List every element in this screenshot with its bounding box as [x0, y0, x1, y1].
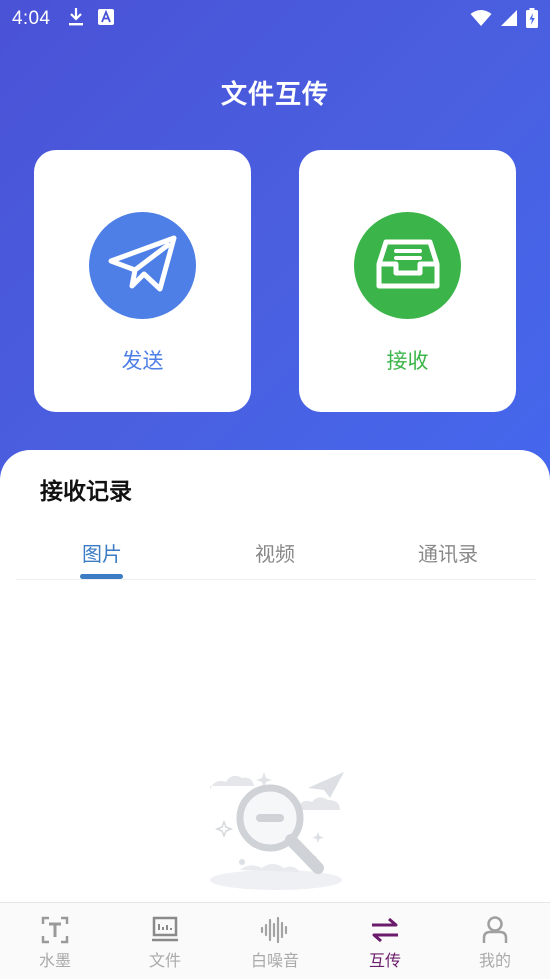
- inbox-tray-icon: [376, 236, 440, 296]
- send-circle: [89, 212, 196, 319]
- empty-search-icon: [200, 762, 350, 896]
- nav-item-ink[interactable]: 水墨: [0, 903, 110, 979]
- nav-label-files: 文件: [148, 951, 181, 970]
- nav-label-mine: 我的: [478, 951, 511, 970]
- download-icon: [68, 7, 84, 31]
- transfer-arrows-icon: [370, 915, 400, 945]
- nav-item-transfer[interactable]: 互传: [330, 903, 440, 979]
- text-icon: [41, 915, 69, 945]
- file-panel-icon: [151, 915, 179, 945]
- records-tabs: 图片 视频 通讯录: [16, 528, 536, 580]
- tab-indicator: [80, 574, 123, 579]
- sound-wave-icon: [260, 915, 290, 945]
- receive-card[interactable]: 接收: [299, 150, 516, 412]
- receive-circle: [354, 212, 461, 319]
- signal-icon: [500, 9, 518, 31]
- nav-item-files[interactable]: 文件: [110, 903, 220, 979]
- tab-videos[interactable]: 视频: [210, 538, 340, 567]
- page-title: 文件互传: [220, 80, 329, 110]
- nav-label-white-noise: 白噪音: [250, 951, 299, 970]
- send-label: 发送: [121, 349, 164, 373]
- nav-item-white-noise[interactable]: 白噪音: [220, 903, 330, 979]
- nav-label-ink: 水墨: [38, 951, 71, 970]
- send-card[interactable]: 发送: [34, 150, 251, 412]
- nav-item-mine[interactable]: 我的: [440, 903, 550, 979]
- tab-contacts[interactable]: 通讯录: [383, 538, 513, 567]
- a-icon: [98, 9, 115, 29]
- wifi-icon: [470, 9, 492, 31]
- battery-icon: [526, 8, 538, 32]
- status-time: 4:04: [12, 8, 51, 29]
- status-bar: 4:04: [0, 0, 550, 38]
- receive-label: 接收: [386, 349, 429, 373]
- bottom-nav: 水墨 文件 白噪音 互传 我的: [0, 902, 550, 979]
- tab-images[interactable]: 图片: [37, 538, 167, 567]
- records-sheet: 接收记录 图片 视频 通讯录: [0, 450, 550, 902]
- paper-plane-icon: [108, 234, 178, 298]
- nav-label-transfer: 互传: [368, 951, 401, 970]
- records-title: 接收记录: [40, 479, 132, 505]
- hero-header: 4:04 文件互传 发送 接收: [0, 0, 550, 520]
- person-icon: [482, 915, 508, 945]
